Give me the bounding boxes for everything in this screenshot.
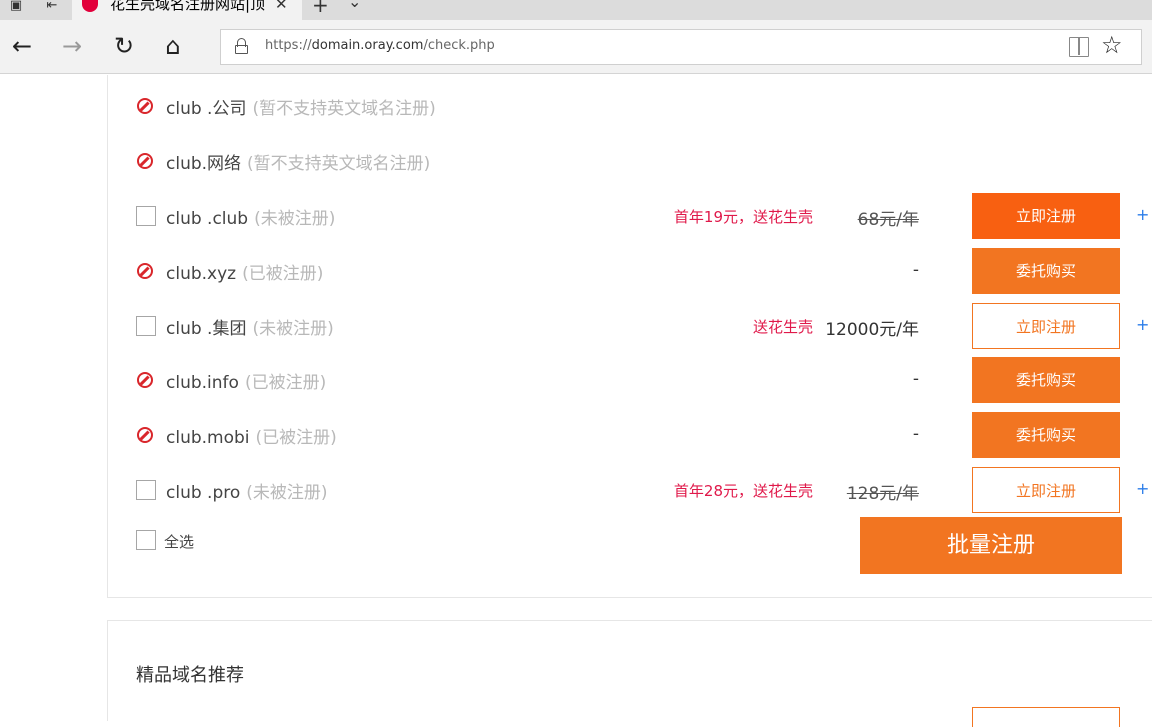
unavailable-icon [136, 425, 156, 445]
refresh-icon[interactable]: ↻ [108, 30, 140, 62]
recommend-title: 精品域名推荐 [136, 665, 244, 686]
domain-label: club .公司 [166, 99, 247, 119]
price: - [912, 260, 919, 280]
ban-icon [137, 98, 153, 114]
domain-label: club .pro [166, 483, 241, 503]
domain-status: (已被注册) [255, 428, 337, 448]
recommend-panel: 精品域名推荐 [107, 620, 1152, 727]
promo-text: 送花生壳 [752, 318, 813, 336]
ban-icon [137, 153, 153, 169]
add-to-cart-icon[interactable]: + [1136, 205, 1149, 224]
recommend-button[interactable] [972, 707, 1120, 727]
address-url[interactable]: https://domain.oray.com/check.php [265, 38, 495, 53]
tab-strip: ▣ ⇤ 花生壳域名注册网站|顶 ✕ + ⌄ [0, 0, 1152, 20]
register-now-button[interactable]: 立即注册 [972, 303, 1120, 349]
domain-label: club.info [166, 373, 239, 393]
new-tab-button[interactable]: + [312, 0, 329, 17]
domain-row: club.info (已被注册) - 委托购买 [136, 357, 1152, 403]
unavailable-icon [136, 96, 156, 116]
forward-arrow-icon[interactable]: → [56, 30, 88, 62]
address-bar[interactable]: https://domain.oray.com/check.php ☆ [220, 29, 1142, 65]
domain-label: club.mobi [166, 428, 250, 448]
domain-status: (暂不支持英文域名注册) [252, 99, 436, 119]
lock-icon [235, 38, 248, 54]
domain-status: (已被注册) [244, 373, 327, 393]
price: 12000元/年 [825, 320, 919, 340]
broker-purchase-button[interactable]: 委托购买 [972, 248, 1120, 294]
bulk-register-button[interactable]: 批量注册 [860, 517, 1122, 574]
promo-text: 首年19元，送花生壳 [673, 208, 813, 226]
tab-list-chevron-icon[interactable]: ⌄ [348, 0, 361, 11]
domain-name: club .pro (未被注册) [166, 478, 328, 503]
tab-preview-icon[interactable]: ▣ [6, 0, 26, 14]
domain-row: club.xyz (已被注册) - 委托购买 [136, 248, 1152, 294]
price: 68元/年 [857, 210, 919, 230]
broker-purchase-button[interactable]: 委托购买 [972, 357, 1120, 403]
promo-text: 首年28元，送花生壳 [673, 482, 813, 500]
domain-status: (未被注册) [252, 319, 334, 339]
active-tab[interactable]: 花生壳域名注册网站|顶 ✕ [72, 0, 302, 20]
domain-name: club.mobi (已被注册) [166, 423, 337, 448]
ban-icon [137, 372, 153, 388]
domain-row: club .公司 (暂不支持英文域名注册) [136, 83, 1152, 129]
unavailable-icon [136, 261, 156, 281]
favorite-star-icon[interactable]: ☆ [1101, 31, 1123, 59]
domain-name: club.xyz (已被注册) [166, 259, 323, 284]
select-all-label: 全选 [164, 533, 195, 551]
checkbox-box[interactable] [136, 480, 156, 500]
set-aside-tabs-icon[interactable]: ⇤ [42, 0, 62, 14]
domain-status: (未被注册) [246, 483, 328, 503]
domain-name: club .club (未被注册) [166, 204, 335, 229]
add-to-cart-icon[interactable]: + [1136, 479, 1149, 498]
domain-name: club.网络 (暂不支持英文域名注册) [166, 149, 430, 174]
unavailable-icon [136, 370, 156, 390]
domain-status: (未被注册) [254, 209, 336, 229]
price: - [912, 369, 919, 389]
ban-icon [137, 427, 153, 443]
domain-label: club.网络 [166, 154, 242, 174]
domain-status: (已被注册) [242, 264, 324, 284]
domain-label: club .集团 [166, 319, 247, 339]
domain-row: club .club (未被注册) 首年19元，送花生壳 68元/年 立即注册 + [136, 193, 1152, 239]
oray-logo-icon [82, 0, 98, 12]
domain-checkbox[interactable] [136, 206, 156, 226]
checkbox-box[interactable] [136, 316, 156, 336]
domain-label: club.xyz [166, 264, 237, 284]
close-tab-icon[interactable]: ✕ [275, 0, 288, 13]
register-now-button[interactable]: 立即注册 [972, 467, 1120, 513]
ban-icon [137, 263, 153, 279]
broker-purchase-button[interactable]: 委托购买 [972, 412, 1120, 458]
back-arrow-icon[interactable]: ← [6, 30, 38, 62]
domain-row: club.mobi (已被注册) - 委托购买 [136, 412, 1152, 458]
domain-name: club.info (已被注册) [166, 368, 326, 393]
domain-results-panel: club .公司 (暂不支持英文域名注册) club.网络 (暂不支持英文域名注册) c… [107, 75, 1152, 598]
select-all-checkbox[interactable] [136, 530, 156, 550]
checkbox-box[interactable] [136, 206, 156, 226]
price: - [912, 424, 919, 444]
home-icon[interactable]: ⌂ [157, 30, 189, 62]
domain-row: club .集团 (未被注册) 送花生壳 12000元/年 立即注册 + [136, 303, 1152, 349]
domain-row: club .pro (未被注册) 首年28元，送花生壳 128元/年 立即注册 + [136, 467, 1152, 513]
domain-status: (暂不支持英文域名注册) [247, 154, 431, 174]
reading-view-icon[interactable] [1069, 37, 1089, 57]
domain-name: club .集团 (未被注册) [166, 314, 334, 339]
price: 128元/年 [846, 484, 919, 504]
page-content: club .公司 (暂不支持英文域名注册) club.网络 (暂不支持英文域名注册) c… [0, 75, 1152, 727]
domain-checkbox[interactable] [136, 316, 156, 336]
add-to-cart-icon[interactable]: + [1136, 315, 1149, 334]
register-now-button[interactable]: 立即注册 [972, 193, 1120, 239]
navigation-bar: ← → ↻ ⌂ https://domain.oray.com/check.ph… [0, 20, 1152, 74]
domain-checkbox[interactable] [136, 480, 156, 500]
unavailable-icon [136, 151, 156, 171]
domain-label: club .club [166, 209, 249, 229]
domain-row: club.网络 (暂不支持英文域名注册) [136, 138, 1152, 184]
domain-name: club .公司 (暂不支持英文域名注册) [166, 94, 436, 119]
tab-title: 花生壳域名注册网站|顶 [110, 0, 266, 13]
